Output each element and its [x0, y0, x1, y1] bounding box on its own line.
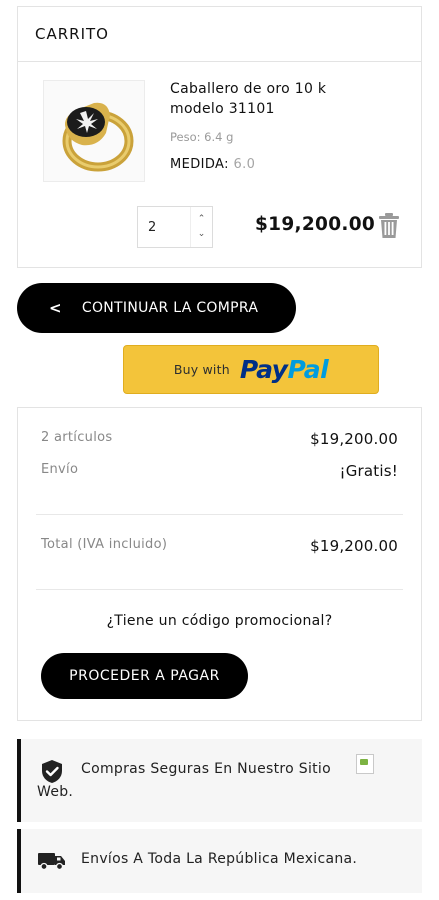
total-value: $19,200.00 [310, 537, 398, 555]
paypal-logo-pay: Pay [239, 355, 288, 384]
paypal-logo-pal: Pal [287, 355, 329, 384]
secure-purchase-banner: Compras Seguras En Nuestro Sitio Web. [17, 739, 422, 822]
product-size-label: MEDIDA: [170, 157, 229, 172]
quantity-input[interactable] [138, 207, 190, 247]
continue-shopping-label: CONTINUAR LA COMPRA [81, 300, 259, 316]
ring-image [62, 102, 134, 172]
product-size-value: 6.0 [233, 157, 256, 172]
product-image[interactable] [43, 80, 145, 182]
summary-divider [36, 514, 403, 515]
order-summary-card: 2 artículos $19,200.00 Envío ¡Gratis! To… [17, 407, 422, 721]
total-label: Total (IVA incluido) [41, 537, 168, 552]
broken-image-icon [356, 754, 374, 774]
truck-icon [38, 853, 65, 870]
paypal-prefix: Buy with [173, 362, 230, 377]
shipping-value: ¡Gratis! [339, 462, 398, 480]
items-row: 2 artículos $19,200.00 [41, 430, 398, 448]
trash-icon[interactable] [378, 213, 400, 239]
quantity-up-icon[interactable]: ⌃ [198, 212, 206, 227]
product-name[interactable]: Caballero de oro 10 k modelo 31101 [170, 79, 380, 119]
secure-purchase-text-line1: Compras Seguras En Nuestro Sitio [81, 761, 331, 777]
total-row: Total (IVA incluido) $19,200.00 [41, 537, 398, 555]
checkout-button[interactable]: PROCEDER A PAGAR [41, 653, 248, 699]
shipping-row: Envío ¡Gratis! [41, 462, 398, 480]
product-weight: Peso: 6.4 g [170, 130, 234, 144]
line-price: $19,200.00 [255, 214, 376, 235]
paypal-button[interactable]: Buy with Pay Pal [123, 345, 379, 394]
product-size: MEDIDA: 6.0 [170, 157, 255, 172]
cart-card: CARRITO Caballero de oro 10 k modelo 311… [17, 6, 422, 268]
items-subtotal-value: $19,200.00 [310, 430, 398, 448]
nationwide-shipping-banner: Envíos A Toda La República Mexicana. [17, 829, 422, 893]
continue-shopping-button[interactable]: < CONTINUAR LA COMPRA [17, 283, 296, 333]
chevron-left-icon: < [49, 299, 62, 317]
promo-code-link[interactable]: ¿Tiene un código promocional? [18, 613, 421, 629]
secure-purchase-text-line2: Web. [37, 784, 74, 800]
shipping-label: Envío [41, 462, 79, 477]
quantity-down-icon[interactable]: ⌄ [198, 227, 206, 242]
quantity-arrows: ⌃ ⌄ [190, 207, 212, 247]
summary-divider [36, 589, 403, 590]
shipping-coverage-text: Envíos A Toda La República Mexicana. [81, 851, 358, 867]
items-count-label: 2 artículos [41, 430, 113, 445]
quantity-stepper: ⌃ ⌄ [137, 206, 213, 248]
cart-title: CARRITO [18, 7, 421, 62]
